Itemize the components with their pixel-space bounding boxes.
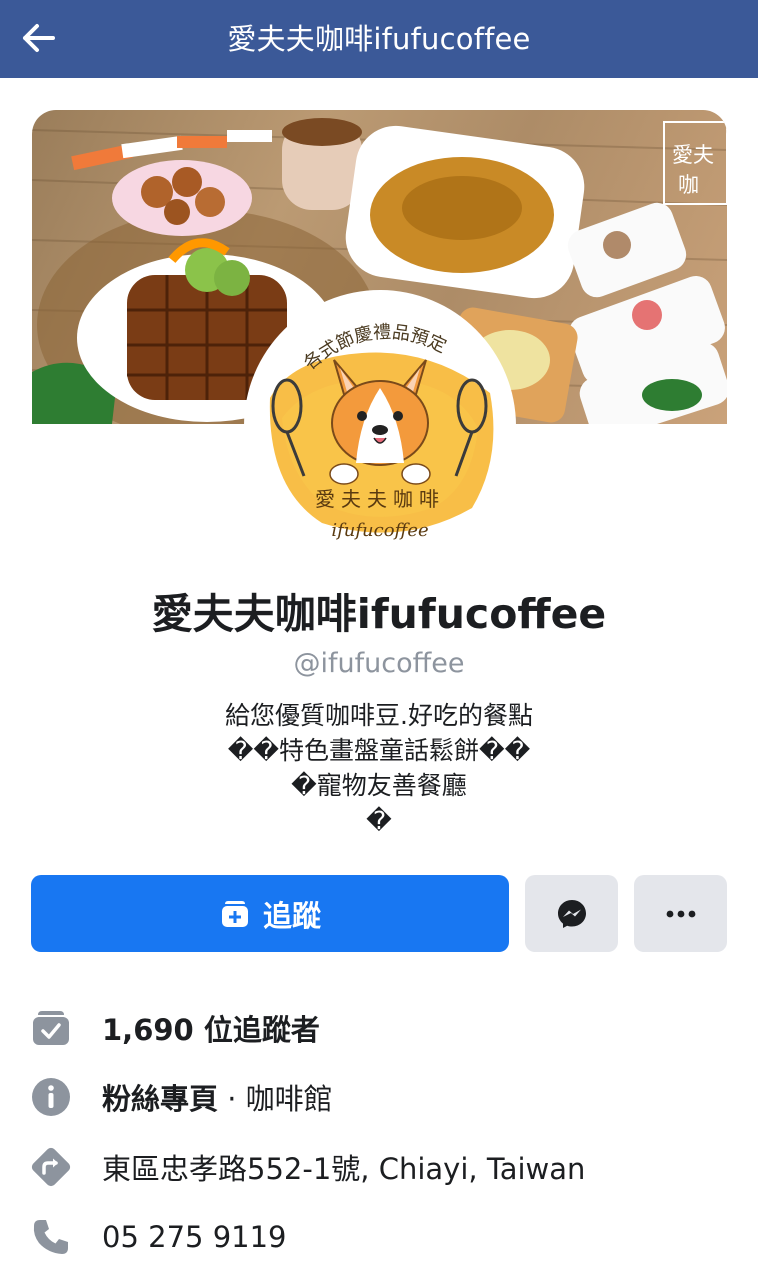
address-text: 東區忠孝路552-1號, Chiayi, Taiwan <box>102 1152 586 1186</box>
phone-icon <box>30 1216 72 1258</box>
avatar-image: 各式節慶禮品預定 愛夫夫咖啡 ifufucoffee <box>252 298 508 554</box>
directions-icon <box>30 1146 72 1188</box>
avatar-name-cn: 愛夫夫咖啡 <box>315 487 445 511</box>
page-type: 粉絲專頁 <box>102 1082 219 1116</box>
messenger-button[interactable] <box>525 875 618 952</box>
page-category[interactable]: 咖啡館 <box>246 1082 333 1116</box>
follow-button[interactable]: 追蹤 <box>31 875 509 952</box>
page-name: 愛夫夫咖啡ifufucoffee <box>151 590 607 638</box>
followers-icon <box>30 1007 72 1049</box>
phone-row[interactable]: 05 275 9119 <box>30 1207 738 1267</box>
bio-line: ��特色畫盤童話鬆餅�� <box>227 736 531 765</box>
bio-line: �寵物友善餐廳 <box>291 771 467 800</box>
phone-text: 05 275 9119 <box>102 1220 287 1254</box>
category-separator: · <box>218 1082 246 1116</box>
more-horizontal-icon <box>666 910 695 917</box>
page-title: 愛夫夫咖啡ifufucoffee <box>227 22 531 56</box>
cover-logo-line-2: 咖 <box>678 173 699 197</box>
followers-row[interactable]: 1,690 位追蹤者 <box>30 998 738 1058</box>
followers-suffix: 位追蹤者 <box>193 1013 320 1047</box>
address-row[interactable]: 東區忠孝路552-1號, Chiayi, Taiwan <box>30 1137 738 1197</box>
avatar-name-en: ifufucoffee <box>331 520 428 541</box>
follow-icon <box>221 900 248 927</box>
cover-logo-line-1: 愛夫 <box>672 143 714 167</box>
more-button[interactable] <box>634 875 727 952</box>
profile-avatar[interactable]: 各式節慶禮品預定 愛夫夫咖啡 ifufucoffee <box>244 290 516 562</box>
corgi-logo: 各式節慶禮品預定 愛夫夫咖啡 ifufucoffee <box>252 298 508 554</box>
category-row: 粉絲專頁 · 咖啡館 <box>30 1067 738 1127</box>
bio-line: 給您優質咖啡豆.好吃的餐點 <box>225 701 533 730</box>
page-bio: 給您優質咖啡豆.好吃的餐點 ��特色畫盤童話鬆餅�� �寵物友善餐廳 � <box>0 698 758 838</box>
category-text: 粉絲專頁 · 咖啡館 <box>102 1076 333 1118</box>
followers-text: 1,690 位追蹤者 <box>102 1007 320 1049</box>
info-icon <box>30 1076 72 1118</box>
followers-count: 1,690 <box>102 1013 194 1047</box>
messenger-icon <box>557 899 586 928</box>
top-bar: 愛夫夫咖啡ifufucoffee <box>0 0 758 78</box>
page-handle: @ifufucoffee <box>293 648 465 679</box>
follow-label: 追蹤 <box>262 898 321 933</box>
bio-line: � <box>366 806 392 835</box>
